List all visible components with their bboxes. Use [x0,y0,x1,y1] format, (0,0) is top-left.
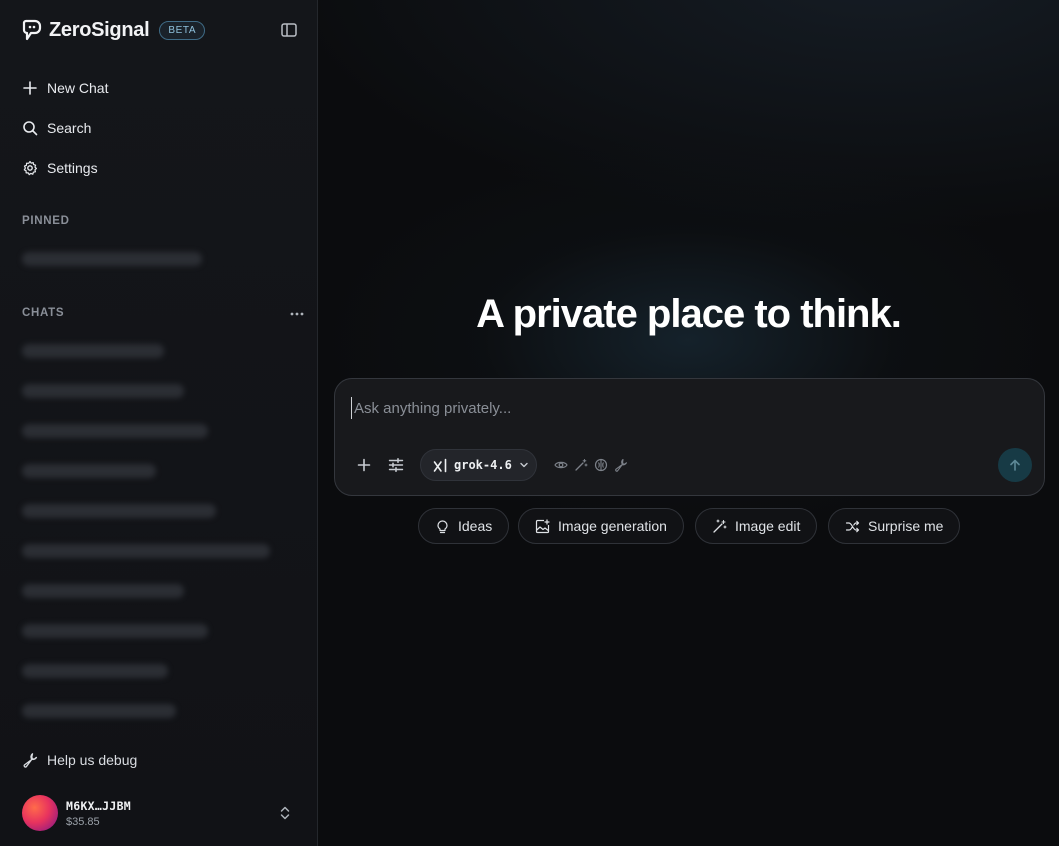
sidebar-toggle-icon[interactable] [280,21,298,39]
image-generation-chip[interactable]: Image generation [518,508,684,544]
sidebar: ZeroSignal BETA New Chat Search Settings… [0,0,318,846]
brand-name: ZeroSignal [49,18,150,41]
arrow-up-icon [1010,459,1020,471]
help-debug-label: Help us debug [47,752,138,768]
eye-icon [554,461,568,469]
image-edit-label: Image edit [735,518,801,534]
brain-icon [594,458,608,472]
pinned-section-label: PINNED [22,215,70,227]
surprise-me-chip[interactable]: Surprise me [828,508,961,544]
model-name: grok-4.6 [454,458,512,472]
model-selector[interactable]: grok-4.6 [420,449,537,481]
help-debug-button[interactable]: Help us debug [22,752,137,768]
account-menu[interactable]: M6KX…JJBM $35.85 [22,795,302,831]
chats-section-label: CHATS [22,307,65,319]
image-generation-label: Image generation [558,518,667,534]
magic-wand-icon [713,518,727,533]
chevron-down-icon [520,462,528,468]
message-input[interactable] [351,397,991,419]
shuffle-icon [845,520,860,532]
sliders-icon[interactable] [387,456,405,474]
send-button[interactable] [998,448,1032,482]
chat-list-item[interactable] [22,504,216,518]
gear-icon [23,160,37,176]
zerosignal-logo-icon [22,19,42,41]
account-id: M6KX…JJBM [66,798,132,813]
hero-heading: A private place to think. [476,292,902,336]
surprise-me-label: Surprise me [868,518,944,534]
chat-list-item[interactable] [22,424,208,438]
ideas-chip[interactable]: Ideas [418,508,510,544]
lightbulb-icon [437,519,448,533]
account-balance: $35.85 [66,815,100,828]
attach-plus-icon[interactable] [355,456,373,474]
chat-list-item[interactable] [22,584,184,598]
composer: grok-4.6 [334,378,1045,496]
tools-wrench-icon [615,458,627,472]
settings-label: Settings [47,160,98,176]
new-chat-label: New Chat [47,80,109,96]
search-button[interactable]: Search [22,117,91,139]
chat-list-item[interactable] [22,384,184,398]
chat-list-item[interactable] [22,664,168,678]
image-edit-chip[interactable]: Image edit [695,508,818,544]
search-label: Search [47,120,92,136]
search-icon [23,121,38,136]
main-area: A private place to think. grok-4.6 [318,0,1059,846]
chat-list-item[interactable] [22,704,176,718]
image-plus-icon [535,518,550,533]
app-window: ZeroSignal BETA New Chat Search Settings… [0,0,1059,846]
plus-icon [23,81,37,95]
beta-badge: BETA [159,20,206,40]
settings-button[interactable]: Settings [22,157,98,179]
magic-wand-icon [575,458,588,471]
wrench-icon [23,753,38,768]
chat-list-item[interactable] [22,344,164,358]
brand[interactable]: ZeroSignal BETA [22,17,206,43]
pinned-chat-item[interactable] [22,252,202,266]
chevron-up-down-icon[interactable] [278,805,292,821]
chat-list-item[interactable] [22,464,156,478]
chat-list-item[interactable] [22,544,270,558]
chat-list-item[interactable] [22,624,208,638]
ideas-label: Ideas [458,518,493,534]
more-options-icon[interactable] [289,306,305,322]
avatar [22,795,58,831]
xai-logo-icon [433,458,447,472]
new-chat-button[interactable]: New Chat [22,77,108,99]
